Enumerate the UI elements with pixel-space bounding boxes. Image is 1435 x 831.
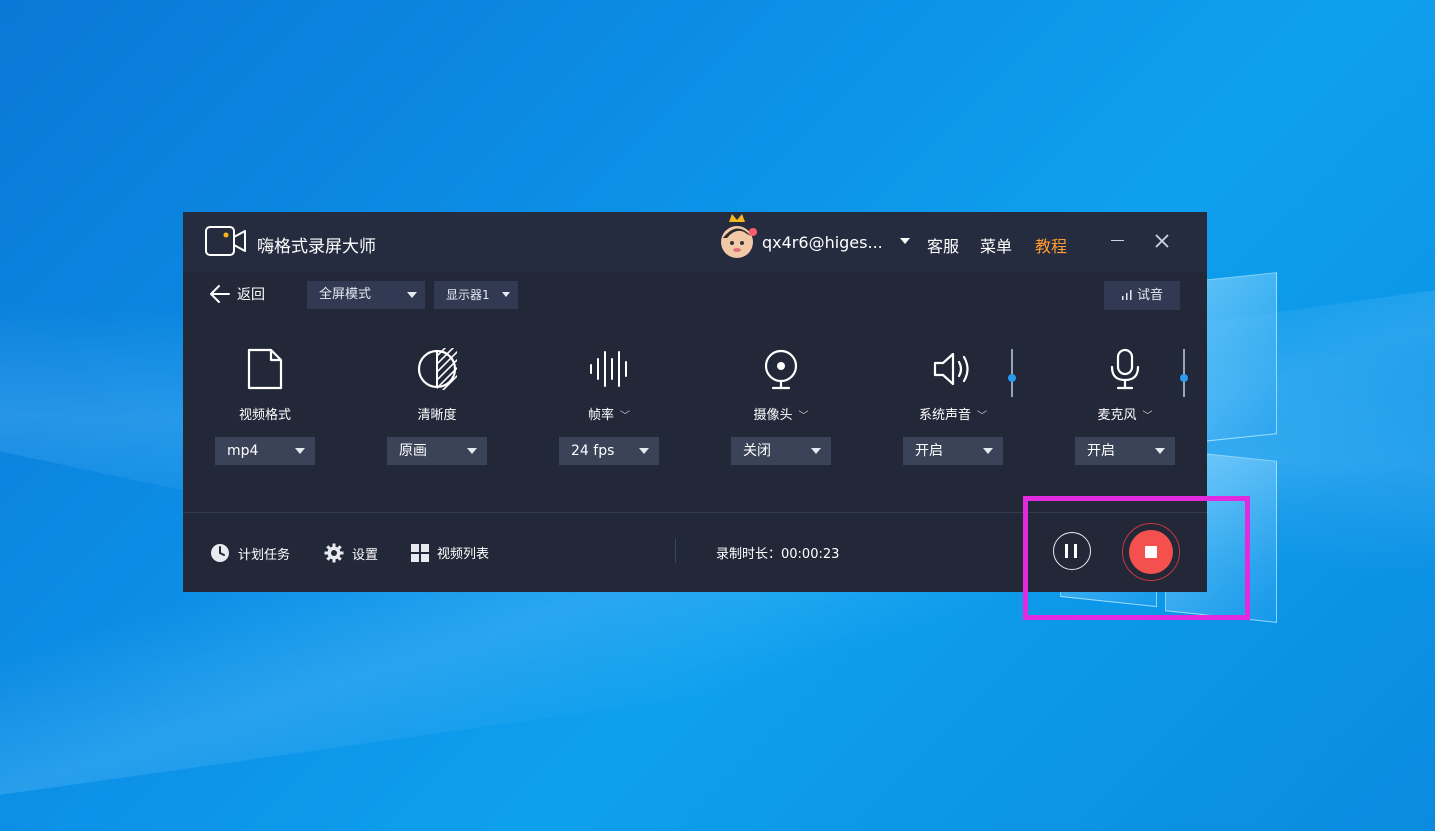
tutorial-link[interactable]: 教程: [1035, 233, 1067, 257]
vertical-separator: [675, 539, 676, 563]
microphone-select[interactable]: 开启: [1075, 437, 1175, 465]
caret-down-icon: [407, 292, 417, 298]
caret-down-icon: [467, 448, 477, 454]
caret-down-icon: [502, 292, 510, 297]
close-icon[interactable]: [1154, 233, 1170, 249]
speaker-icon: [933, 352, 969, 386]
clarity-value: 原画: [399, 443, 427, 459]
clock-icon: [211, 544, 229, 562]
gear-icon: [324, 543, 344, 563]
caret-down-icon: [983, 448, 993, 454]
setting-video-format: 视频格式 mp4: [215, 348, 315, 468]
caret-down-icon: [295, 448, 305, 454]
settings-label: 设置: [352, 547, 379, 563]
chevron-down-icon: ﹀: [798, 411, 809, 422]
recording-duration: 录制时长：00:00:23: [716, 547, 840, 562]
caret-down-icon: [811, 448, 821, 454]
setting-clarity: 清晰度 原画: [387, 348, 487, 468]
clarity-label: 清晰度: [417, 408, 457, 423]
grid-icon: [411, 543, 429, 562]
clarity-icon: [417, 348, 457, 390]
settings-button[interactable]: 设置: [324, 543, 378, 563]
minimize-button[interactable]: [1111, 240, 1124, 241]
camera-icon: [764, 349, 798, 390]
schedule-label: 计划任务: [238, 547, 291, 563]
back-button[interactable]: 返回: [209, 284, 265, 304]
user-avatar[interactable]: [717, 212, 757, 262]
setting-microphone: 麦克风 ﹀ 开启: [1075, 348, 1175, 468]
app-title: 嗨格式录屏大师: [257, 237, 376, 257]
bar-chart-icon: [1121, 290, 1132, 300]
frame-rate-select[interactable]: 24 fps: [559, 437, 659, 465]
support-link[interactable]: 客服: [927, 233, 959, 257]
slider-handle[interactable]: [1180, 374, 1188, 382]
camera-label[interactable]: 摄像头 ﹀: [731, 404, 831, 423]
video-list-label: 视频列表: [437, 547, 490, 562]
setting-frame-rate: 帧率 ﹀ 24 fps: [559, 348, 659, 468]
slider-handle[interactable]: [1008, 374, 1016, 382]
mode-value: 全屏模式: [319, 287, 372, 302]
system-volume-slider[interactable]: [1008, 349, 1016, 397]
video-camera-icon: [205, 226, 246, 256]
menu-link[interactable]: 菜单: [980, 233, 1012, 257]
caret-down-icon: [639, 448, 649, 454]
setting-system-sound: 系统声音 ﹀ 开启: [903, 348, 1003, 468]
video-list-button[interactable]: 视频列表: [411, 543, 489, 562]
caret-down-icon: [1155, 448, 1165, 454]
display-value: 显示器1: [446, 288, 490, 302]
frame-rate-value: 24 fps: [571, 443, 615, 459]
user-account[interactable]: qx4r6@higes...: [762, 233, 883, 252]
title-bar: 嗨格式录屏大师 qx4r6@higes... 客服 菜单 教程: [183, 212, 1207, 272]
camera-value: 关闭: [743, 443, 771, 459]
frame-rate-label[interactable]: 帧率 ﹀: [559, 404, 659, 423]
display-select[interactable]: 显示器1: [434, 281, 518, 309]
microphone-label[interactable]: 麦克风 ﹀: [1075, 404, 1175, 423]
chevron-down-icon: ﹀: [620, 411, 630, 422]
clarity-select[interactable]: 原画: [387, 437, 487, 465]
camera-select[interactable]: 关闭: [731, 437, 831, 465]
audio-test-button[interactable]: 试音: [1104, 281, 1180, 310]
chevron-down-icon: ﹀: [977, 411, 987, 422]
microphone-volume-slider[interactable]: [1180, 349, 1188, 397]
video-format-select[interactable]: mp4: [215, 437, 315, 465]
mode-select[interactable]: 全屏模式: [307, 281, 425, 309]
back-label: 返回: [237, 287, 265, 303]
microphone-value: 开启: [1087, 443, 1115, 459]
framerate-icon: [590, 351, 627, 387]
video-format-label: 视频格式: [238, 408, 291, 423]
audio-test-label: 试音: [1136, 288, 1163, 303]
file-icon: [247, 348, 283, 390]
system-sound-value: 开启: [915, 443, 943, 459]
chevron-down-icon: ﹀: [1142, 411, 1153, 422]
system-sound-select[interactable]: 开启: [903, 437, 1003, 465]
schedule-button[interactable]: 计划任务: [210, 543, 290, 563]
system-sound-label[interactable]: 系统声音 ﹀: [903, 404, 1003, 423]
user-dropdown-icon[interactable]: [900, 238, 910, 244]
arrow-left-icon: [210, 285, 230, 303]
microphone-icon: [1110, 348, 1140, 390]
highlight-annotation: [1023, 496, 1250, 620]
video-format-value: mp4: [227, 443, 259, 459]
setting-camera: 摄像头 ﹀ 关闭: [731, 348, 831, 468]
